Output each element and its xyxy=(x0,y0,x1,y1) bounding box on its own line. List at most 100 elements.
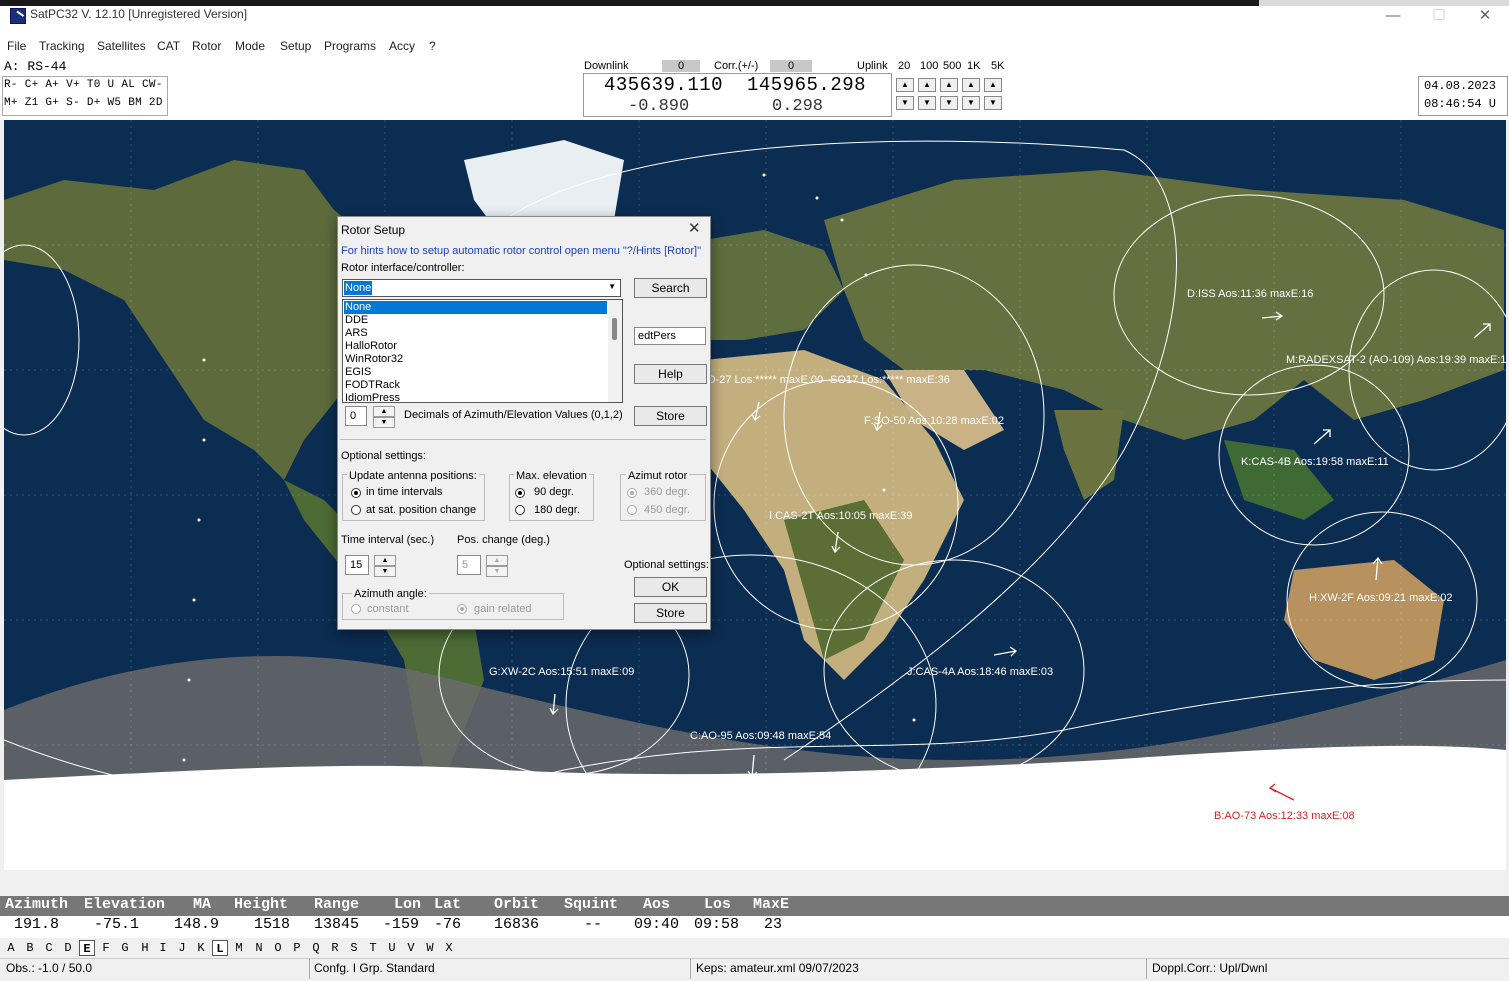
satellite-letter-a[interactable]: A xyxy=(3,940,19,956)
chevron-down-icon[interactable]: ▼ xyxy=(608,282,616,291)
satellite-letter-m[interactable]: M xyxy=(231,940,247,956)
decimals-up-button[interactable]: ▲ xyxy=(373,406,395,417)
option-fodtrack[interactable]: FODTRack xyxy=(345,379,400,391)
option-dde[interactable]: DDE xyxy=(345,314,368,326)
satellite-letter-e[interactable]: E xyxy=(79,940,95,956)
rotor-combo[interactable]: None ▼ xyxy=(342,279,621,297)
satellite-letter-j[interactable]: J xyxy=(174,940,190,956)
azrot-450-radio[interactable] xyxy=(627,505,637,515)
dropdown-scrollbar[interactable] xyxy=(608,300,622,402)
option-egis[interactable]: EGIS xyxy=(345,366,371,378)
menu-mode[interactable]: Mode xyxy=(235,39,265,53)
menu-file[interactable]: File xyxy=(7,39,26,53)
so17-label[interactable]: SO17 Los:***** maxE:36 xyxy=(830,374,950,386)
maximize-button[interactable]: ☐ xyxy=(1416,4,1462,28)
edt-pers-field[interactable]: edtPers xyxy=(634,327,706,345)
cas4a-label[interactable]: J:CAS-4A Aos:18:46 maxE:03 xyxy=(907,666,1053,678)
maxel-90-radio[interactable] xyxy=(515,488,525,498)
menu-rotor[interactable]: Rotor xyxy=(192,39,221,53)
az-gain-radio[interactable] xyxy=(457,604,467,614)
step-5k-down-button[interactable]: ▼ xyxy=(984,96,1002,110)
pos-change-up-button[interactable]: ▲ xyxy=(486,555,508,566)
menu-help[interactable]: ? xyxy=(429,39,436,53)
satellite-letter-d[interactable]: D xyxy=(60,940,76,956)
update-position-radio[interactable] xyxy=(351,505,361,515)
pos-change-field[interactable]: 5 xyxy=(457,555,481,575)
step-1k-up-button[interactable]: ▲ xyxy=(962,78,980,92)
store-button-2[interactable]: Store xyxy=(634,603,707,623)
satellite-letter-n[interactable]: N xyxy=(251,940,267,956)
so50-label[interactable]: F:SO-50 Aos:10:28 maxE:02 xyxy=(864,415,1004,427)
menu-tracking[interactable]: Tracking xyxy=(39,39,85,53)
satellite-letter-f[interactable]: F xyxy=(98,940,114,956)
time-interval-field[interactable]: 15 xyxy=(345,555,369,575)
satellite-letter-o[interactable]: O xyxy=(270,940,286,956)
help-button[interactable]: Help xyxy=(634,364,707,384)
menu-setup[interactable]: Setup xyxy=(280,39,311,53)
satellite-letter-l[interactable]: L xyxy=(212,940,228,956)
step-20-down-button[interactable]: ▼ xyxy=(896,96,914,110)
rotor-dropdown-list[interactable]: None DDE ARS HalloRotor WinRotor32 EGIS … xyxy=(342,299,623,403)
option-hallorotor[interactable]: HalloRotor xyxy=(345,340,397,352)
satellite-letter-h[interactable]: H xyxy=(137,940,153,956)
store-button[interactable]: Store xyxy=(634,406,707,426)
ao95-label[interactable]: C:AO-95 Aos:09:48 maxE:54 xyxy=(690,730,831,742)
satellite-letter-v[interactable]: V xyxy=(403,940,419,956)
flags-row-2[interactable]: M+ Z1 G+ S- D+ W5 BM 2D xyxy=(4,97,163,109)
cas2t-label[interactable]: I:CAS-2T Aos:10:05 maxE:39 xyxy=(769,510,912,522)
az-constant-radio[interactable] xyxy=(351,604,361,614)
satellite-letter-x[interactable]: X xyxy=(441,940,457,956)
option-idiompress[interactable]: IdiomPress xyxy=(345,392,400,402)
cas4b-label[interactable]: K:CAS-4B Aos:19:58 maxE:11 xyxy=(1241,456,1389,468)
ao73-label[interactable]: B:AO-73 Aos:12:33 maxE:08 xyxy=(1214,810,1355,822)
xw2c-label[interactable]: G:XW-2C Aos:15:51 maxE:09 xyxy=(489,666,634,678)
satellite-letter-k[interactable]: K xyxy=(193,940,209,956)
close-button[interactable]: ✕ xyxy=(1462,4,1508,28)
flags-row-1[interactable]: R- C+ A+ V+ T0 U AL CW- xyxy=(4,79,163,91)
step-5k-up-button[interactable]: ▲ xyxy=(984,78,1002,92)
ao27-label[interactable]: O-27 Los:***** maxE:00 xyxy=(707,374,823,386)
option-none[interactable]: None xyxy=(345,301,371,313)
satellite-letter-b[interactable]: B xyxy=(22,940,38,956)
decimals-down-button[interactable]: ▼ xyxy=(373,417,395,428)
menu-accy[interactable]: Accy xyxy=(389,39,415,53)
step-500-down-button[interactable]: ▼ xyxy=(940,96,958,110)
menu-cat[interactable]: CAT xyxy=(157,39,180,53)
menu-satellites[interactable]: Satellites xyxy=(97,39,146,53)
scrollbar-thumb[interactable] xyxy=(612,318,617,340)
step-500-up-button[interactable]: ▲ xyxy=(940,78,958,92)
minimize-button[interactable]: — xyxy=(1370,4,1416,28)
step-100-up-button[interactable]: ▲ xyxy=(918,78,936,92)
time-interval-up-button[interactable]: ▲ xyxy=(374,555,396,566)
time-interval-down-button[interactable]: ▼ xyxy=(374,566,396,577)
step-20-up-button[interactable]: ▲ xyxy=(896,78,914,92)
satellite-letter-i[interactable]: I xyxy=(155,940,171,956)
satellite-letter-p[interactable]: P xyxy=(289,940,305,956)
satellite-letter-s[interactable]: S xyxy=(346,940,362,956)
xw2f-label[interactable]: H:XW-2F Aos:09:21 maxE:02 xyxy=(1309,592,1452,604)
pos-change-down-button[interactable]: ▼ xyxy=(486,566,508,577)
decimals-field[interactable]: 0 xyxy=(345,406,367,426)
iss-label[interactable]: D:ISS Aos:11:36 maxE:16 xyxy=(1187,288,1313,300)
azrot-360-radio[interactable] xyxy=(627,488,637,498)
dialog-close-icon[interactable]: ✕ xyxy=(688,219,701,237)
world-map[interactable]: D:ISS Aos:11:36 maxE:16 M:RADEXSAT-2 (AO… xyxy=(4,120,1506,870)
search-button[interactable]: Search xyxy=(634,278,707,298)
satellite-letter-w[interactable]: W xyxy=(422,940,438,956)
step-1k-down-button[interactable]: ▼ xyxy=(962,96,980,110)
status-keps: Keps: amateur.xml 09/07/2023 xyxy=(696,961,859,975)
ok-button[interactable]: OK xyxy=(634,577,707,597)
radexsat-label[interactable]: M:RADEXSAT-2 (AO-109) Aos:19:39 maxE:12 xyxy=(1286,354,1506,366)
step-100-down-button[interactable]: ▼ xyxy=(918,96,936,110)
satellite-letter-t[interactable]: T xyxy=(365,940,381,956)
satellite-letter-c[interactable]: C xyxy=(41,940,57,956)
menu-programs[interactable]: Programs xyxy=(324,39,376,53)
satellite-letter-u[interactable]: U xyxy=(384,940,400,956)
satellite-letter-r[interactable]: R xyxy=(327,940,343,956)
satellite-letter-g[interactable]: G xyxy=(117,940,133,956)
option-winrotor32[interactable]: WinRotor32 xyxy=(345,353,403,365)
maxel-180-radio[interactable] xyxy=(515,505,525,515)
satellite-letter-q[interactable]: Q xyxy=(308,940,324,956)
update-interval-radio[interactable] xyxy=(351,488,361,498)
option-ars[interactable]: ARS xyxy=(345,327,368,339)
